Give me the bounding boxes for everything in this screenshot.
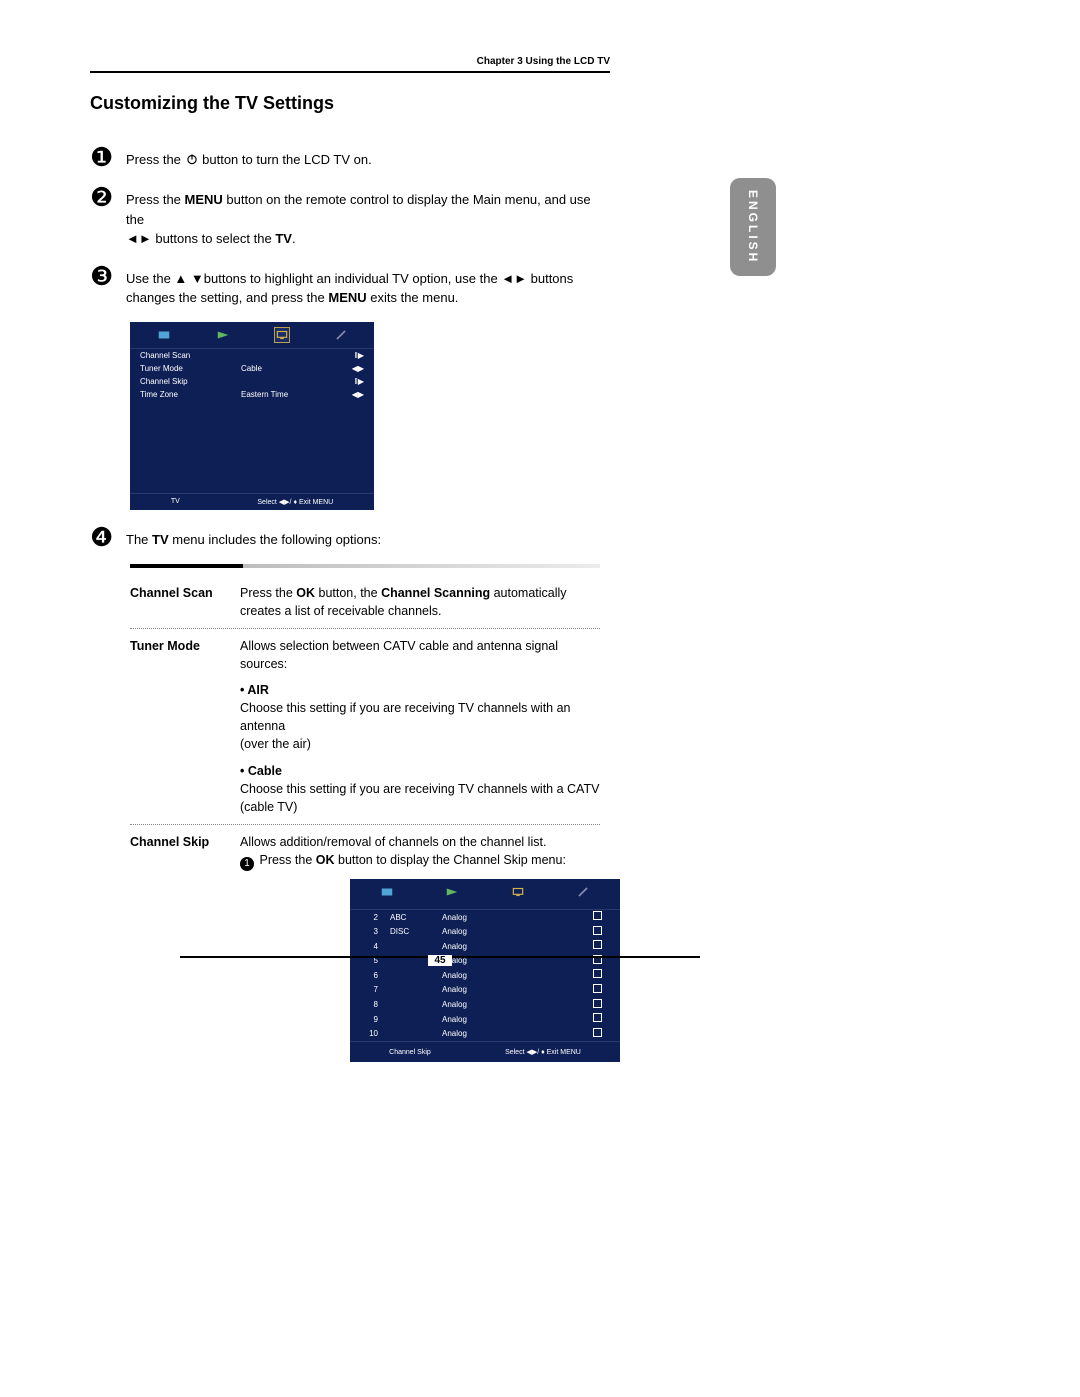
step-4: ❹ The TV menu includes the following opt… xyxy=(90,524,610,550)
step4-post: menu includes the following options: xyxy=(169,532,381,547)
table-row: 9Analog xyxy=(350,1012,620,1027)
table-row: 3DISCAnalog xyxy=(350,925,620,940)
step3-l2c: exits the menu. xyxy=(367,290,459,305)
step-number-2: ❷ xyxy=(90,184,126,210)
table-row: Channel Scan‖▶ xyxy=(130,349,374,362)
table-row: Tuner ModeCable◀▶ xyxy=(130,362,374,375)
option-label: Tuner Mode xyxy=(130,637,240,816)
option-channel-skip: Channel Skip Allows addition/removal of … xyxy=(130,833,600,1071)
page-number: 45 xyxy=(428,955,451,966)
cable-heading: Cable xyxy=(240,764,282,778)
language-tab-label: ENGLISH xyxy=(746,190,760,264)
air-heading: AIR xyxy=(240,683,269,697)
setup-icon xyxy=(576,885,590,899)
tv-icon xyxy=(511,885,525,899)
picture-icon xyxy=(380,885,394,899)
table-row: 8Analog xyxy=(350,998,620,1013)
step-number-1: ❶ xyxy=(90,144,126,170)
setup-icon xyxy=(334,328,348,342)
audio-icon xyxy=(216,328,230,342)
gradient-bar xyxy=(130,564,600,568)
step3-menu: MENU xyxy=(328,290,366,305)
section-title: Customizing the TV Settings xyxy=(90,93,610,114)
option-label: Channel Scan xyxy=(130,584,240,620)
step-2: ❷ Press the MENU button on the remote co… xyxy=(90,184,610,249)
top-rule xyxy=(90,71,610,73)
step2-menu: MENU xyxy=(185,192,223,207)
step2-l2a: ◄► buttons to select the xyxy=(126,231,275,246)
step2-l2c: . xyxy=(292,231,296,246)
tv-icon xyxy=(275,328,289,342)
power-icon xyxy=(185,152,199,166)
table-row: Channel Skip‖▶ xyxy=(130,375,374,388)
step-number-3: ❸ xyxy=(90,263,126,289)
step-3: ❸ Use the ▲ ▼buttons to highlight an ind… xyxy=(90,263,610,308)
table-row: 2ABCAnalog xyxy=(350,910,620,925)
step4-pre: The xyxy=(126,532,152,547)
picture-icon xyxy=(157,328,171,342)
table-row: 4Analog xyxy=(350,939,620,954)
table-row: 7Analog xyxy=(350,983,620,998)
osd-tv-menu: Channel Scan‖▶ Tuner ModeCable◀▶ Channel… xyxy=(130,322,374,510)
step3-l2a: changes the setting, and press the xyxy=(126,290,328,305)
option-tuner-mode: Tuner Mode Allows selection between CATV… xyxy=(130,637,600,825)
option-label: Channel Skip xyxy=(130,833,240,1063)
table-row: Time ZoneEastern Time◀▶ xyxy=(130,388,374,401)
option-channel-scan: Channel Scan Press the OK button, the Ch… xyxy=(130,584,600,629)
step3-l1: Use the ▲ ▼buttons to highlight an indiv… xyxy=(126,271,573,286)
step-number-4: ❹ xyxy=(90,524,126,550)
table-row: 10Analog xyxy=(350,1027,620,1042)
step-1: ❶ Press the button to turn the LCD TV on… xyxy=(90,144,610,170)
page-footer: 45 xyxy=(180,956,700,976)
step4-tv: TV xyxy=(152,532,169,547)
osd1-footer: TV Select ◀▶/ ♦ Exit MENU xyxy=(130,493,374,510)
step1-post: button to turn the LCD TV on. xyxy=(199,152,372,167)
osd2-footer: Channel Skip Select ◀▶/ ♦ Exit MENU xyxy=(350,1041,620,1062)
language-tab: ENGLISH xyxy=(730,178,776,276)
step2-tv: TV xyxy=(275,231,292,246)
substep-1-icon: 1 xyxy=(240,857,254,871)
audio-icon xyxy=(445,885,459,899)
step1-pre: Press the xyxy=(126,152,185,167)
osd1-table: Channel Scan‖▶ Tuner ModeCable◀▶ Channel… xyxy=(130,349,374,401)
chapter-header: Chapter 3 Using the LCD TV xyxy=(90,56,610,71)
step2-l1a: Press the xyxy=(126,192,185,207)
